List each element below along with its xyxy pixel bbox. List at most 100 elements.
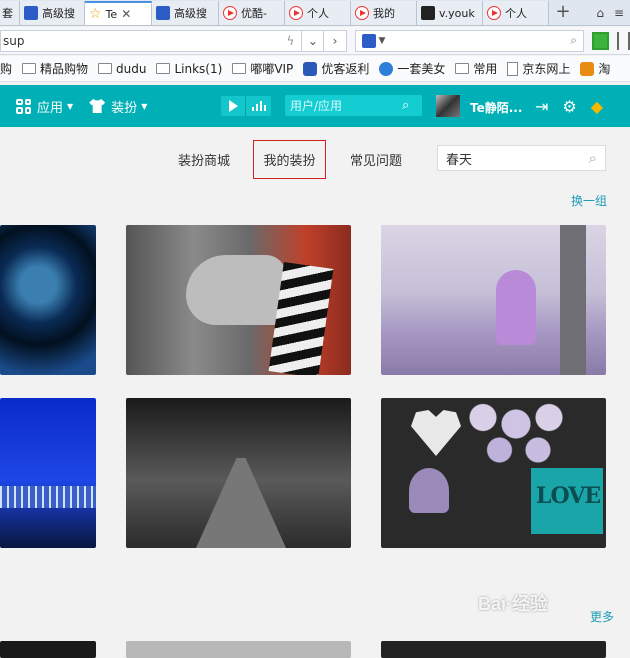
skin-card[interactable] (381, 225, 606, 375)
header-actions: ⇥ ⚙ ◆ (535, 97, 603, 116)
refresh-group-link[interactable]: 换一组 (571, 192, 607, 209)
play-icon (355, 6, 369, 20)
browser-tab[interactable]: 高级搜 (20, 1, 85, 25)
tab-my-skins[interactable]: 我的装扮 (253, 140, 326, 179)
user-search-input[interactable] (290, 98, 402, 113)
browser-tab[interactable]: 套 (0, 1, 20, 25)
tab-label: 个人 (505, 7, 527, 20)
chevron-down-icon: ▼ (67, 101, 74, 111)
bookmark-label: 购 (0, 62, 13, 76)
bookmark-label: 京东网上 (522, 62, 571, 76)
browser-tab[interactable]: 高级搜 (152, 1, 219, 25)
music-player[interactable] (221, 96, 271, 116)
tab-label: 优酷- (241, 7, 267, 20)
sidebar-icon[interactable] (616, 31, 630, 50)
folder-icon (455, 63, 470, 74)
youku-icon (421, 6, 435, 20)
bookmark-folder[interactable]: dudu (98, 62, 146, 76)
bookmark-label: 精品购物 (40, 62, 89, 76)
gear-icon[interactable]: ⚙ (562, 97, 576, 116)
skin-menu-label: 装扮 (111, 100, 138, 116)
skin-card[interactable] (0, 225, 96, 375)
pin-icon[interactable]: ⌂ (596, 6, 604, 20)
browser-search-box[interactable]: ▼ ⌕ (354, 29, 585, 52)
search-icon[interactable]: ⌕ (589, 149, 597, 167)
bookmark-item[interactable]: 一套美女 (379, 60, 445, 77)
new-tab-button[interactable]: + (549, 1, 577, 25)
apps-menu[interactable]: 应用 ▼ (16, 97, 73, 116)
skin-menu[interactable]: 装扮 ▼ (89, 97, 147, 116)
tab-skin-shop[interactable]: 装扮商城 (178, 150, 230, 169)
bookmark-folder[interactable]: 嘟嘟VIP (232, 60, 293, 77)
skin-card[interactable] (0, 398, 96, 548)
screenshot-icon[interactable] (592, 31, 609, 50)
browser-tab[interactable]: 个人 (285, 1, 351, 25)
bookmark-item[interactable]: 购 (0, 60, 12, 77)
lightning-icon[interactable]: ϟ (279, 34, 301, 48)
username[interactable]: Te静陌... (470, 99, 522, 116)
skin-card[interactable]: LOVE (381, 398, 606, 548)
card-tree (560, 225, 586, 375)
skin-card[interactable] (381, 641, 606, 658)
tab-label: 高级搜 (174, 7, 207, 20)
card-road (196, 458, 286, 548)
browser-tab[interactable]: v.youk (417, 1, 483, 25)
card-love-text: LOVE (536, 483, 601, 509)
bookmark-label: dudu (116, 61, 147, 76)
equalizer-icon[interactable] (245, 96, 271, 116)
dropdown-button[interactable]: ⌄ (302, 29, 325, 52)
skin-search-field[interactable]: 春天 ⌕ (437, 145, 606, 171)
star-icon: ☆ (89, 6, 102, 22)
tab-label: 高级搜 (42, 7, 75, 20)
bookmark-item[interactable]: 京东网上 (507, 60, 570, 77)
play-icon (223, 6, 237, 20)
tab-my-skins-label: 我的装扮 (263, 154, 316, 169)
tab-faq[interactable]: 常见问题 (350, 150, 402, 169)
tab-label: Te (105, 7, 118, 21)
bookmark-item[interactable]: 优客返利 (303, 60, 369, 77)
avatar[interactable] (436, 95, 460, 117)
browser-tab[interactable]: 我的 (351, 1, 417, 25)
folder-icon (156, 63, 171, 74)
user-app-search[interactable]: ⌕ (285, 95, 422, 116)
page-icon (507, 61, 519, 76)
card-bridge (0, 486, 96, 508)
card-figure (496, 270, 536, 345)
logout-icon[interactable]: ⇥ (535, 97, 548, 116)
menu-icon[interactable]: ≡ (614, 6, 624, 20)
bookmark-folder[interactable]: 常用 (455, 60, 497, 77)
search-icon[interactable]: ⌕ (570, 33, 577, 48)
browser-tab[interactable]: 优酷- (219, 1, 285, 25)
chevron-down-icon[interactable]: ▼ (379, 36, 386, 46)
bookmark-item[interactable]: 淘 (580, 60, 610, 77)
more-link[interactable]: 更多 (590, 608, 614, 625)
browser-tab[interactable]: 个人 (483, 1, 549, 25)
url-bar[interactable]: sup ϟ (0, 29, 303, 52)
tab-label: 我的 (373, 7, 395, 20)
url-text: sup (3, 33, 25, 48)
play-icon[interactable] (221, 96, 245, 116)
folder-icon (232, 63, 247, 74)
skin-card[interactable] (126, 398, 351, 548)
forward-button[interactable]: › (324, 29, 347, 52)
heart-icon (411, 410, 461, 456)
diamond-icon[interactable]: ◆ (591, 97, 603, 116)
bookmark-label: Links(1) (174, 61, 223, 76)
close-icon[interactable]: ✕ (121, 7, 131, 21)
search-icon[interactable]: ⌕ (402, 98, 409, 113)
grid-icon (16, 98, 31, 114)
address-row: sup ϟ ⌄ › ▼ ⌕ (0, 27, 630, 55)
skin-card[interactable] (126, 641, 351, 658)
tab-label: 套 (2, 7, 13, 20)
browser-tab-active[interactable]: ☆ Te ✕ (85, 1, 152, 25)
skin-card[interactable] (126, 225, 351, 375)
skin-search-value: 春天 (446, 152, 473, 168)
tab-label: v.youk (439, 6, 475, 20)
card-cup (409, 468, 449, 513)
bookmark-folder[interactable]: Links(1) (156, 62, 222, 76)
folder-icon (98, 63, 113, 74)
shirt-icon (89, 99, 106, 113)
bookmark-folder[interactable]: 精品购物 (22, 60, 88, 77)
chevron-down-icon: ▼ (141, 101, 148, 111)
skin-card[interactable] (0, 641, 96, 658)
